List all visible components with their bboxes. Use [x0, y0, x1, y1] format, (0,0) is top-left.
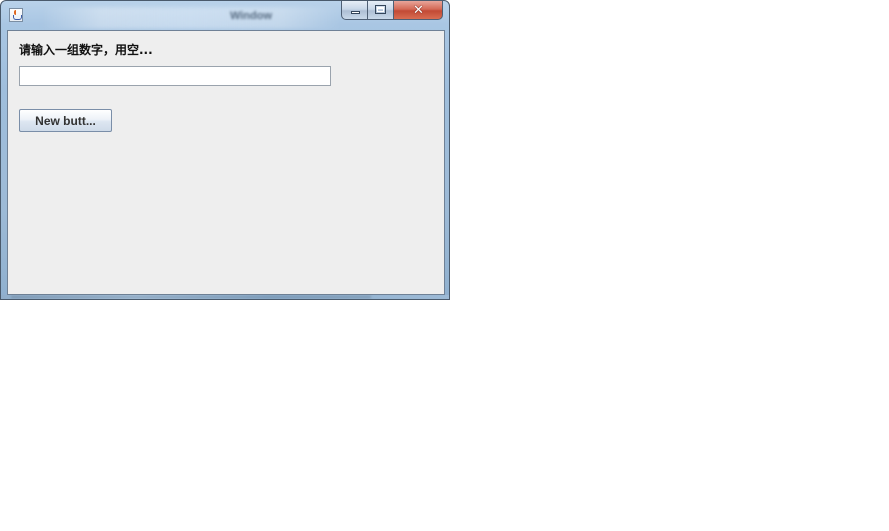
window-controls: ✕ — [341, 1, 445, 21]
minimize-button[interactable] — [341, 1, 368, 20]
prompt-label: 请输入一组数字，用空... — [19, 43, 153, 57]
java-cup-icon[interactable] — [9, 8, 23, 22]
java-cup-glyph — [13, 15, 22, 20]
maximize-icon — [375, 5, 386, 14]
new-button[interactable]: New butt... — [19, 109, 112, 132]
content-pane: 请输入一组数字，用空... New butt... — [7, 30, 445, 295]
number-input[interactable] — [19, 66, 331, 86]
maximize-button[interactable] — [368, 1, 394, 20]
close-button[interactable]: ✕ — [394, 1, 443, 20]
minimize-icon — [351, 11, 360, 14]
app-window: Window ✕ 请输入一组数字，用空... New butt... — [0, 0, 450, 300]
window-title: Window — [229, 10, 273, 22]
bottom-glass-reflection — [11, 296, 371, 298]
title-bar[interactable]: Window ✕ — [1, 1, 449, 29]
close-icon: ✕ — [413, 3, 424, 18]
